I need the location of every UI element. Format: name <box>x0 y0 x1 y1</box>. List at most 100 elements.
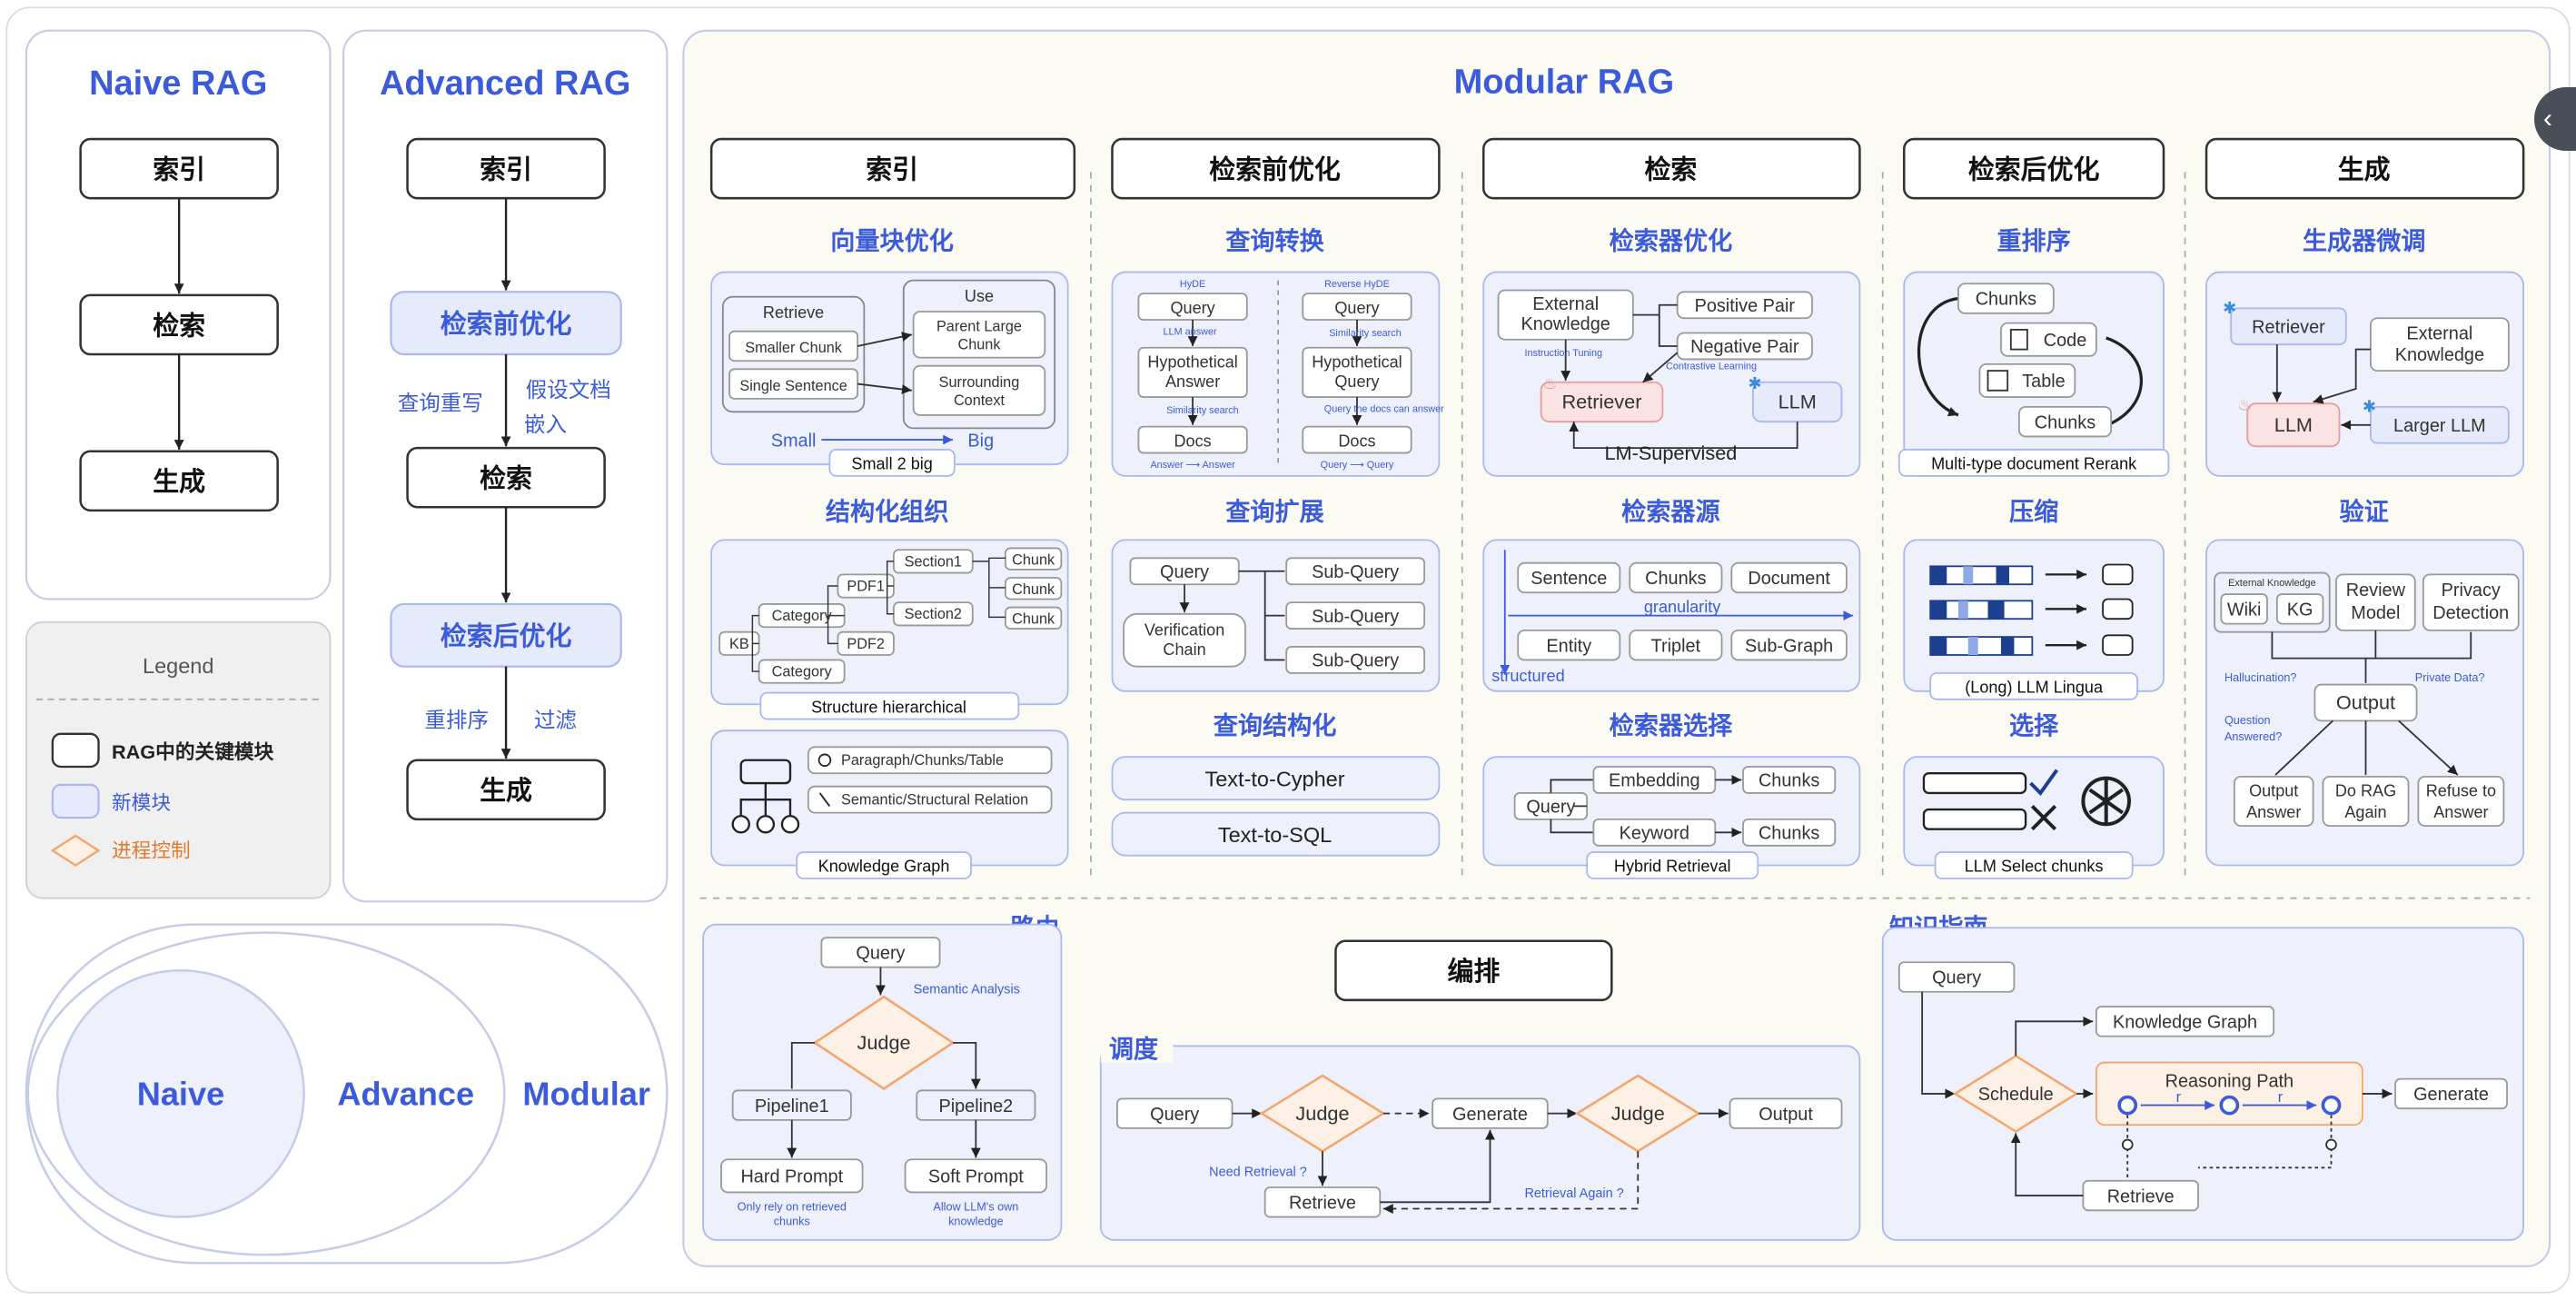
reverse-hyde-similarity: Similarity search <box>1329 328 1402 339</box>
advanced-step-pre: 检索前优化 <box>441 310 572 340</box>
source-subgraph: Sub-Graph <box>1745 636 1833 656</box>
column-pre-retrieval: 检索前优化 <box>1209 154 1341 184</box>
routing-query: Query <box>856 944 905 964</box>
hybrid-query: Query <box>1526 798 1575 818</box>
reverse-hyde-docs: Docs <box>1338 432 1375 450</box>
svg-text:Parent Large: Parent Large <box>936 319 1022 335</box>
source-chunks: Chunks <box>1645 569 1706 589</box>
advanced-step-post: 检索后优化 <box>441 621 572 651</box>
svg-text:Detection: Detection <box>2432 603 2509 623</box>
circle-modular: Modular <box>522 1076 650 1113</box>
svg-text:✱: ✱ <box>2223 299 2236 317</box>
hyde-label: HyDE <box>1180 279 1205 290</box>
schedule-need-retrieval: Need Retrieval ? <box>1209 1165 1307 1179</box>
finetune-box: Retriever ✱ External Knowledge LLM ♨ Lar… <box>2205 271 2525 477</box>
expand-subquery-3: Sub-Query <box>1312 651 1399 671</box>
svg-text:Knowledge: Knowledge <box>2395 345 2484 365</box>
circle-naive: Naive <box>137 1076 224 1113</box>
naive-step-index: 索引 <box>153 155 205 184</box>
verify-wiki: Wiki <box>2227 600 2262 620</box>
hier-category-1: Category <box>772 608 833 624</box>
svg-text:Allow LLM's own: Allow LLM's own <box>933 1200 1018 1213</box>
advanced-note-rerank: 重排序 <box>425 709 490 732</box>
svg-text:Verification: Verification <box>1144 620 1224 639</box>
svg-text:Knowledge: Knowledge <box>1521 314 1610 334</box>
retopt-contrastive: Contrastive Learning <box>1666 361 1757 372</box>
subtitle-scheduling: 调度 <box>1109 1035 1159 1063</box>
svg-text:Hypothetical: Hypothetical <box>1147 352 1237 371</box>
rerank-chunks-top: Chunks <box>1976 290 2036 310</box>
guide-generate: Generate <box>2413 1085 2489 1105</box>
svg-text:Chunk: Chunk <box>957 337 1001 353</box>
subtitle-retriever-select: 检索器选择 <box>1610 711 1733 739</box>
rerank-caption: Multi-type document Rerank <box>1931 455 2137 473</box>
finetune-llm: LLM <box>2274 413 2313 436</box>
svg-text:Refuse to: Refuse to <box>2426 782 2496 800</box>
hyde-similarity: Similarity search <box>1166 405 1239 416</box>
subtitle-structure: 结构化组织 <box>826 498 949 526</box>
svg-text:✱: ✱ <box>2363 397 2376 415</box>
hier-section2: Section2 <box>905 606 962 622</box>
hyde-docs: Docs <box>1174 432 1211 450</box>
legend-new-module: 新模块 <box>112 791 171 814</box>
kg-item-relation: Semantic/Structural Relation <box>841 792 1028 809</box>
s2b-single-sentence: Single Sentence <box>739 378 847 394</box>
svg-text:Context: Context <box>954 392 1006 409</box>
hybrid-chunks-2: Chunks <box>1759 824 1819 844</box>
select-box: LLM Select chunks <box>1903 756 2165 879</box>
advanced-note-rewrite: 查询重写 <box>398 392 483 415</box>
guide-schedule: Schedule <box>1978 1085 2054 1105</box>
routing-hard-prompt: Hard Prompt <box>740 1167 843 1187</box>
subtitle-query-transform: 查询转换 <box>1225 226 1324 254</box>
subtitle-rerank: 重排序 <box>1996 226 2070 254</box>
expand-subquery-2: Sub-Query <box>1312 607 1399 627</box>
s2b-smaller-chunk: Smaller Chunk <box>745 340 843 356</box>
hybrid-box: Query Embedding Keyword Chunks Chunks Hy… <box>1482 756 1861 879</box>
subtitle-retriever-source: 检索器源 <box>1621 498 1720 526</box>
retopt-instruction: Instruction Tuning <box>1524 348 1602 359</box>
query-expand-box: Query Verification Chain Sub-Query Sub-Q… <box>1111 539 1441 692</box>
retriever-source-box: Sentence Chunks Document granularity Ent… <box>1482 539 1861 692</box>
compress-box: (Long) LLM Lingua <box>1903 539 2165 700</box>
advanced-note-hypo: 假设文档 <box>526 378 611 402</box>
subtitle-query-struct: 查询结构化 <box>1214 711 1337 739</box>
svg-text:chunks: chunks <box>774 1216 810 1228</box>
schedule-output: Output <box>1759 1105 1813 1125</box>
svg-text:♨: ♨ <box>1542 374 1557 392</box>
svg-text:Only rely on retrieved: Only rely on retrieved <box>738 1200 847 1213</box>
kg-item-paragraph: Paragraph/Chunks/Table <box>841 752 1004 769</box>
rerank-chunks-bottom: Chunks <box>2035 412 2095 432</box>
routing-pipeline2: Pipeline2 <box>938 1097 1013 1116</box>
column-generation: 生成 <box>2338 155 2391 184</box>
hier-caption: Structure hierarchical <box>811 698 966 716</box>
reverse-hyde-query: Query <box>1334 299 1379 317</box>
svg-text:External: External <box>2406 324 2472 344</box>
hier-pdf2: PDF2 <box>847 636 885 652</box>
text-to-cypher: Text-to-Cypher <box>1204 768 1344 791</box>
naive-rag-panel: Naive RAG 索引 检索 生成 <box>25 29 332 600</box>
hybrid-keyword: Keyword <box>1620 824 1689 844</box>
finetune-larger-llm: Larger LLM <box>2393 416 2486 436</box>
expand-subquery-1: Sub-Query <box>1312 562 1399 582</box>
source-document: Document <box>1748 569 1830 589</box>
hyde-query: Query <box>1170 299 1214 317</box>
guide-r-2: r <box>2278 1089 2284 1106</box>
svg-text:Answer: Answer <box>2433 803 2488 821</box>
advanced-note-filter: 过滤 <box>534 709 577 732</box>
rerank-box: Chunks Code Table Chunks Multi-type docu… <box>1897 271 2170 477</box>
subtitle-gen-finetune: 生成器微调 <box>2303 226 2426 254</box>
text-to-sql: Text-to-SQL <box>1218 823 1332 847</box>
naive-title: Naive RAG <box>89 65 267 103</box>
routing-box: Query Semantic Analysis Judge Pipeline1 … <box>702 923 1063 1241</box>
subtitle-verify: 验证 <box>2340 498 2389 526</box>
expand-query: Query <box>1160 562 1209 582</box>
source-triplet: Triplet <box>1651 636 1701 656</box>
svg-text:External: External <box>1532 294 1599 314</box>
finetune-retriever: Retriever <box>2252 318 2325 338</box>
hier-pdf1: PDF1 <box>847 578 885 594</box>
legend-panel: Legend RAG中的关键模块 新模块 进程控制 <box>25 620 332 899</box>
hybrid-embedding: Embedding <box>1609 771 1700 791</box>
compress-caption: (Long) LLM Lingua <box>1965 679 2104 697</box>
schedule-judge-1: Judge <box>1295 1102 1349 1125</box>
svg-text:Answer: Answer <box>2246 803 2301 821</box>
